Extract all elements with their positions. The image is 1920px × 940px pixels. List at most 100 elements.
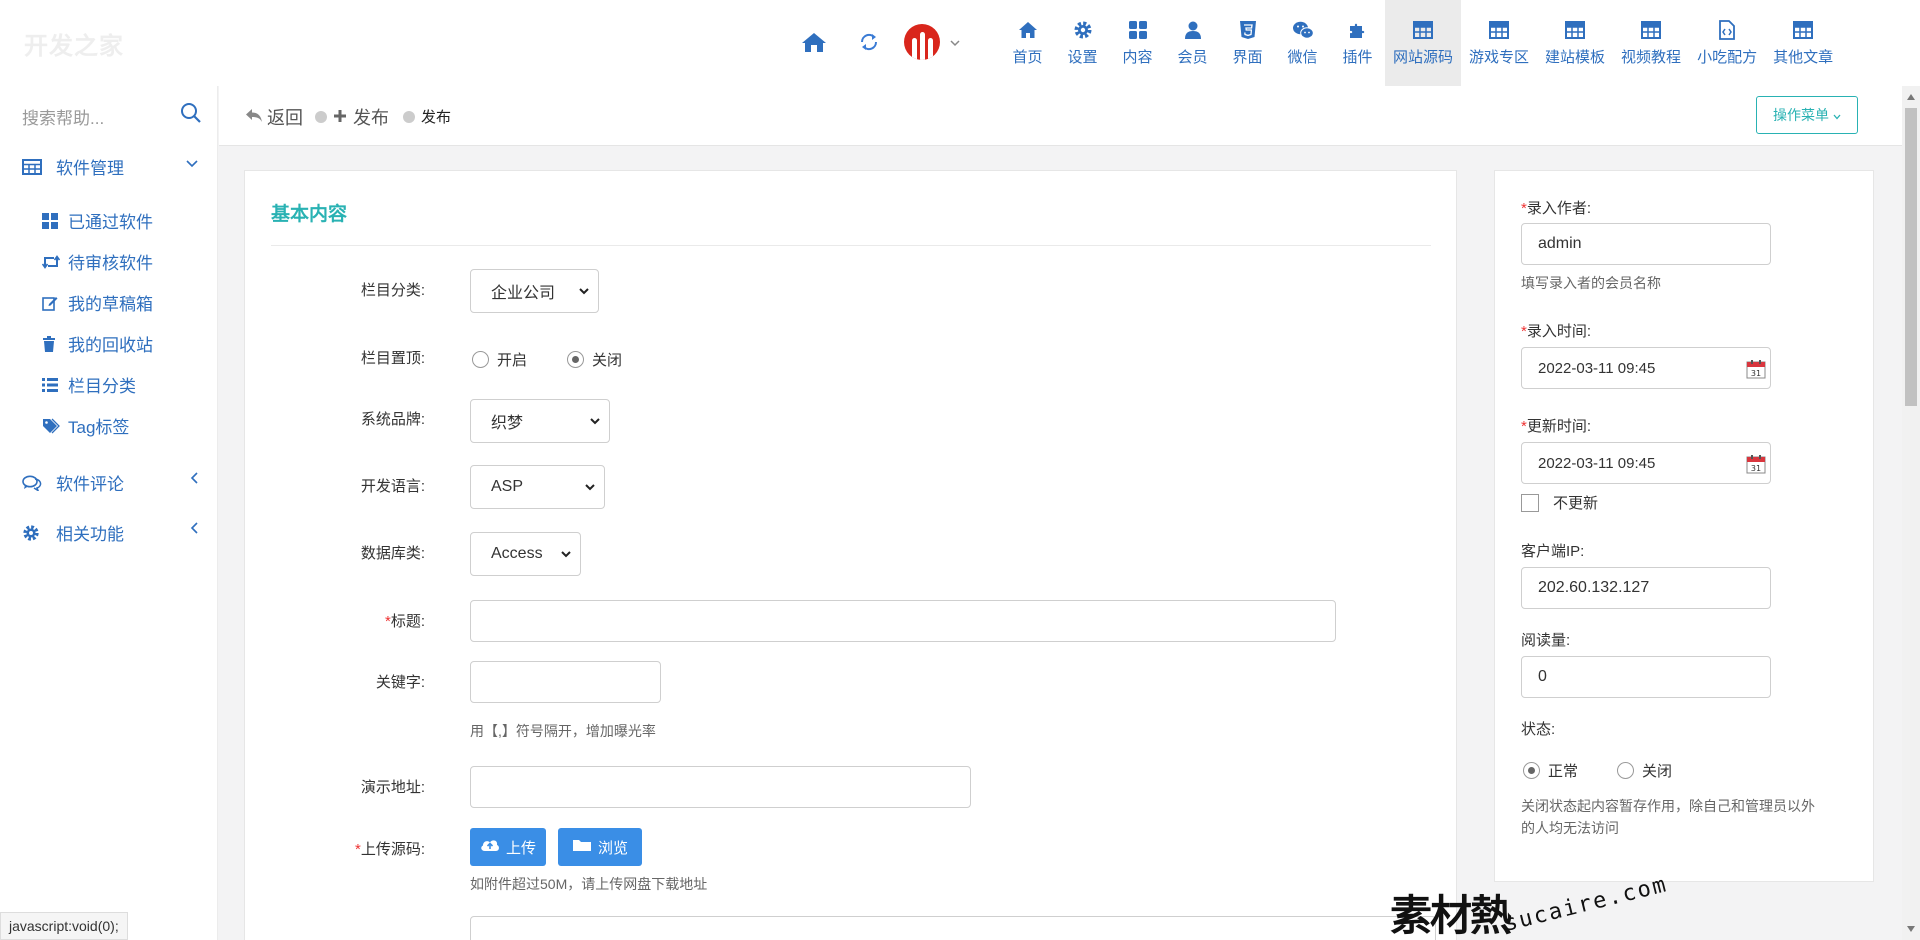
checkbox-box bbox=[1521, 493, 1539, 512]
author-label-text: 录入作者: bbox=[1526, 200, 1592, 217]
sidebar-item-drafts[interactable]: 我的草稿箱 bbox=[42, 290, 153, 315]
chevron-down-icon bbox=[1833, 107, 1841, 123]
breadcrumb-current-label: 发布 bbox=[421, 109, 452, 126]
plus-icon bbox=[333, 107, 347, 128]
chevron-down-icon bbox=[578, 284, 590, 303]
search-icon[interactable] bbox=[180, 102, 202, 128]
nav-item-source-code[interactable]: 网站源码 bbox=[1385, 0, 1462, 86]
calendar-icon[interactable]: 31 bbox=[1746, 454, 1766, 478]
next-input[interactable] bbox=[470, 916, 1436, 940]
table-icon bbox=[1792, 20, 1814, 40]
status-normal-radio[interactable]: 正常 bbox=[1523, 760, 1578, 781]
nav-item-wechat[interactable]: 微信 bbox=[1275, 0, 1330, 86]
pin-top-on-radio[interactable]: 开启 bbox=[472, 349, 527, 370]
list-icon bbox=[42, 377, 60, 392]
nav-item-games[interactable]: 游戏专区 bbox=[1461, 0, 1537, 86]
publish-link[interactable]: 发布 bbox=[315, 104, 389, 130]
language-select[interactable]: ASP bbox=[470, 465, 605, 509]
sidebar-item-tags[interactable]: Tag标签 bbox=[42, 413, 129, 438]
search-input[interactable]: 搜索帮助... bbox=[22, 104, 104, 129]
language-value: ASP bbox=[491, 478, 524, 495]
sidebar-item-categories[interactable]: 栏目分类 bbox=[42, 372, 136, 397]
page-toolbar: 返回 发布 发布 操作菜单 bbox=[219, 86, 1902, 146]
scroll-down-arrow[interactable] bbox=[1907, 926, 1915, 932]
sidebar-group-comments[interactable]: 软件评论 bbox=[22, 470, 198, 495]
wechat-icon bbox=[1292, 20, 1314, 40]
sidebar-item-pending[interactable]: 待审核软件 bbox=[42, 249, 153, 274]
nav-item-settings[interactable]: 设置 bbox=[1055, 0, 1110, 86]
radio-circle bbox=[472, 351, 489, 368]
main-nav: 首页 设置 内容 会员 界面 微信 插件 网站源码 游戏专区 建站模板 视频教程… bbox=[1000, 0, 1841, 86]
views-input[interactable]: 0 bbox=[1521, 656, 1771, 698]
database-select[interactable]: Access bbox=[470, 532, 581, 576]
author-input[interactable]: admin bbox=[1521, 223, 1771, 265]
database-value: Access bbox=[491, 545, 543, 562]
nav-item-members[interactable]: 会员 bbox=[1165, 0, 1220, 86]
scroll-up-arrow[interactable] bbox=[1907, 94, 1915, 100]
breadcrumb-current: 发布 bbox=[403, 106, 451, 127]
title-input[interactable] bbox=[470, 600, 1336, 642]
code-file-icon bbox=[1716, 19, 1738, 40]
keywords-input[interactable] bbox=[470, 661, 661, 703]
nav-item-templates[interactable]: 建站模板 bbox=[1537, 0, 1613, 86]
home-tool-button[interactable] bbox=[794, 24, 834, 64]
created-time-label-text: 录入时间: bbox=[1526, 323, 1592, 340]
table-icon bbox=[1412, 20, 1434, 40]
no-update-checkbox[interactable]: 不更新 bbox=[1521, 492, 1598, 513]
status-closed-radio[interactable]: 关闭 bbox=[1617, 760, 1672, 781]
client-ip-input[interactable]: 202.60.132.127 bbox=[1521, 567, 1771, 609]
nav-item-recipes[interactable]: 小吃配方 bbox=[1689, 0, 1765, 86]
calendar-icon[interactable]: 31 bbox=[1746, 359, 1766, 383]
cloud-upload-icon bbox=[480, 838, 500, 856]
upload-button-label: 上传 bbox=[505, 839, 536, 857]
category-select[interactable]: 企业公司 bbox=[470, 269, 599, 313]
created-time-input[interactable]: 2022-03-11 09:45 31 bbox=[1521, 347, 1771, 389]
nav-item-home[interactable]: 首页 bbox=[1000, 0, 1055, 86]
publish-label: 发布 bbox=[353, 108, 389, 128]
title-label: *标题: bbox=[245, 610, 425, 631]
sidebar-group-related-functions[interactable]: 相关功能 bbox=[22, 520, 198, 545]
breadcrumb-dot bbox=[315, 111, 327, 123]
nav-label: 建站模板 bbox=[1545, 48, 1606, 66]
back-link[interactable]: 返回 bbox=[245, 104, 303, 130]
scroll-thumb[interactable] bbox=[1905, 108, 1917, 406]
user-menu[interactable] bbox=[904, 22, 960, 62]
upload-hint: 如附件超过50M，请上传网盘下载地址 bbox=[470, 876, 708, 892]
chevron-down-icon bbox=[186, 156, 198, 171]
folder-icon bbox=[572, 838, 592, 856]
sidebar-item-recycle-bin[interactable]: 我的回收站 bbox=[42, 331, 153, 356]
browse-button[interactable]: 浏览 bbox=[558, 828, 642, 866]
operation-menu-button[interactable]: 操作菜单 bbox=[1756, 96, 1858, 134]
sidebar-item-label: 栏目分类 bbox=[68, 377, 136, 396]
brand-select[interactable]: 织梦 bbox=[470, 399, 610, 443]
sidebar-group-software-management[interactable]: 软件管理 bbox=[22, 154, 198, 179]
updated-time-input[interactable]: 2022-03-11 09:45 31 bbox=[1521, 442, 1771, 484]
chevron-left-icon bbox=[190, 522, 198, 537]
sidebar: 搜索帮助... 软件管理 已通过软件 待审核软件 我的草稿箱 我的回收站 栏目分… bbox=[0, 86, 218, 940]
nav-item-content[interactable]: 内容 bbox=[1110, 0, 1165, 86]
site-logo[interactable]: 开发之家 bbox=[24, 26, 124, 61]
meta-panel: *录入作者: admin 填写录入者的会员名称 *录入时间: 2022-03-1… bbox=[1494, 170, 1874, 882]
grid-icon bbox=[1127, 20, 1149, 40]
table-icon bbox=[1488, 20, 1510, 40]
nav-item-videos[interactable]: 视频教程 bbox=[1613, 0, 1689, 86]
refresh-tool-button[interactable] bbox=[849, 24, 889, 64]
created-time-label: *录入时间: bbox=[1521, 320, 1591, 341]
nav-label: 内容 bbox=[1122, 48, 1153, 66]
nav-item-interface[interactable]: 界面 bbox=[1220, 0, 1275, 86]
upload-button[interactable]: 上传 bbox=[470, 828, 546, 866]
pin-top-off-radio[interactable]: 关闭 bbox=[567, 349, 622, 370]
puzzle-icon bbox=[1347, 20, 1369, 40]
page-scrollbar[interactable] bbox=[1902, 86, 1920, 940]
section-title: 基本内容 bbox=[271, 204, 348, 225]
sidebar-item-approved[interactable]: 已通过软件 bbox=[42, 208, 153, 233]
nav-item-other-articles[interactable]: 其他文章 bbox=[1765, 0, 1841, 86]
nav-item-plugins[interactable]: 插件 bbox=[1330, 0, 1385, 86]
sidebar-search[interactable]: 搜索帮助... bbox=[22, 100, 202, 130]
browse-button-label: 浏览 bbox=[597, 839, 628, 857]
sidebar-item-label: 我的回收站 bbox=[68, 336, 153, 355]
status-hint: 关闭状态起内容暂存作用，除自己和管理员以外 的人均无法访问 bbox=[1521, 795, 1861, 839]
author-label: *录入作者: bbox=[1521, 197, 1591, 218]
tags-icon bbox=[42, 418, 60, 434]
demo-url-input[interactable] bbox=[470, 766, 971, 808]
